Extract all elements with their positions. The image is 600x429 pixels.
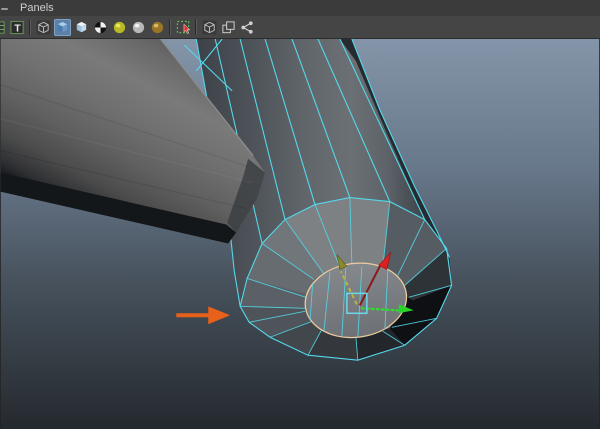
- default-light-sphere-icon[interactable]: [111, 19, 128, 36]
- truncated-menu-item[interactable]: [1, 8, 8, 10]
- share-nodes-icon[interactable]: [239, 19, 256, 36]
- marquee-select-icon[interactable]: [175, 19, 192, 36]
- isolate-cube-icon[interactable]: [201, 19, 218, 36]
- toolbar-separator: [195, 19, 198, 35]
- maya-viewport-panel: Panels T: [0, 0, 600, 429]
- toolbar-separator: [29, 19, 32, 35]
- textured-cube-icon[interactable]: [73, 19, 90, 36]
- white-light-sphere-icon[interactable]: [130, 19, 147, 36]
- shaded-cube-icon[interactable]: [54, 18, 71, 36]
- checker-sphere-icon[interactable]: [92, 19, 109, 36]
- toolbar-separator: [169, 19, 172, 35]
- wireframe-cube-icon[interactable]: [35, 19, 52, 36]
- viewport-3d[interactable]: [0, 39, 600, 429]
- overlapping-squares-icon[interactable]: [220, 19, 237, 36]
- menu-item-panels[interactable]: Panels: [12, 0, 62, 16]
- gold-material-sphere-icon[interactable]: [149, 19, 166, 36]
- panel-menu-bar: Panels: [0, 0, 600, 16]
- text-tool-icon[interactable]: T: [9, 19, 26, 36]
- svg-text:T: T: [14, 23, 21, 34]
- camera-grid-icon[interactable]: [0, 19, 7, 36]
- panel-toolbar: T: [0, 16, 600, 39]
